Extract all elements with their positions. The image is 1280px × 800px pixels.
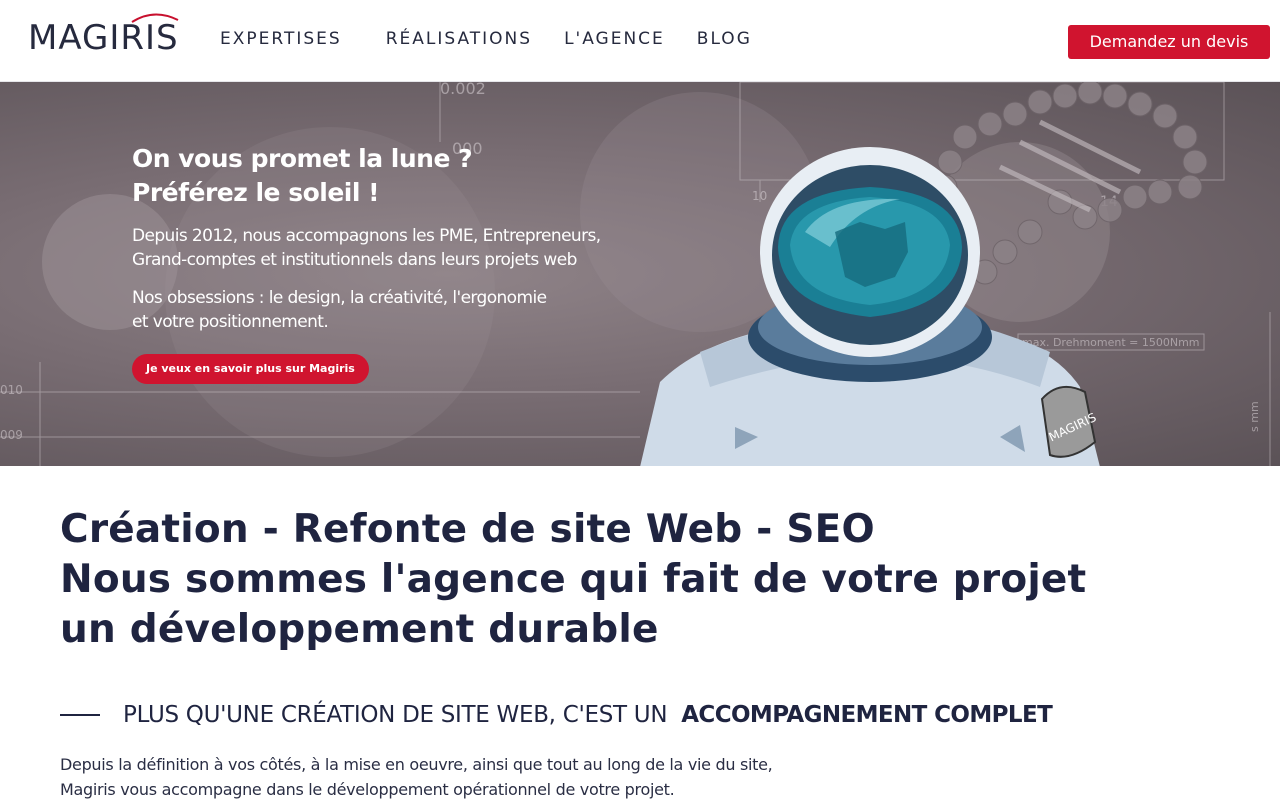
learn-more-button[interactable]: Je veux en savoir plus sur Magiris: [132, 354, 369, 384]
main-heading-line2: Nous sommes l'agence qui fait de votre p…: [60, 557, 1087, 602]
astronaut-illustration: MAGIRIS: [640, 147, 1100, 466]
hero-intro-text: Depuis 2012, nous accompagnons les PME, …: [132, 224, 601, 272]
magiris-logo[interactable]: MAGIRIS: [28, 12, 188, 56]
bg-text-010: 010: [0, 383, 23, 397]
hero-headline-line1: On vous promet la lune ?: [132, 144, 473, 173]
body-line2: Magiris vous accompagne dans le développ…: [60, 780, 675, 799]
section-body-text: Depuis la définition à vos côtés, à la m…: [60, 752, 820, 800]
quote-request-button[interactable]: Demandez un devis: [1068, 25, 1270, 59]
hero-headline: On vous promet la lune ? Préférez le sol…: [132, 142, 473, 210]
bg-text-smm: s mm: [1248, 401, 1261, 432]
nav-realisations[interactable]: RÉALISATIONS: [386, 28, 532, 50]
nav-blog[interactable]: BLOG: [697, 28, 752, 50]
subtitle-regular: PLUS QU'UNE CRÉATION DE SITE WEB, C'EST …: [123, 702, 668, 728]
subtitle-dash: [60, 714, 100, 716]
hero-obsessions-line2: et votre positionnement.: [132, 312, 329, 332]
nav-agence[interactable]: L'AGENCE: [564, 28, 665, 50]
main-heading-line3: un développement durable: [60, 607, 659, 652]
body-line1: Depuis la définition à vos côtés, à la m…: [60, 755, 773, 774]
bg-text-0002: 0.002: [440, 82, 486, 98]
bg-text-009: 009: [0, 428, 23, 442]
main-nav: EXPERTISES RÉALISATIONS L'AGENCE BLOG: [220, 28, 784, 50]
nav-expertises[interactable]: EXPERTISES: [220, 28, 342, 50]
hero-banner: 0.002 000 14 max. Drehmoment = 1500Nmm 0…: [0, 82, 1280, 466]
subtitle-bold: ACCOMPAGNEMENT COMPLET: [681, 702, 1053, 728]
section-subtitle: PLUS QU'UNE CRÉATION DE SITE WEB, C'EST …: [60, 700, 1053, 730]
site-header: MAGIRIS EXPERTISES RÉALISATIONS L'AGENCE…: [0, 0, 1280, 82]
hero-headline-line2: Préférez le soleil !: [132, 178, 380, 207]
logo-swoosh-icon: [131, 13, 179, 23]
hero-obsessions-text: Nos obsessions : le design, la créativit…: [132, 286, 547, 334]
hero-intro-line2: Grand-comptes et institutionnels dans le…: [132, 250, 577, 270]
hero-intro-line1: Depuis 2012, nous accompagnons les PME, …: [132, 226, 601, 246]
hero-obsessions-line1: Nos obsessions : le design, la créativit…: [132, 288, 547, 308]
main-heading: Création - Refonte de site Web - SEO Nou…: [60, 505, 1140, 655]
main-heading-line1: Création - Refonte de site Web - SEO: [60, 507, 875, 552]
logo-text: MAGIRIS: [28, 18, 179, 58]
